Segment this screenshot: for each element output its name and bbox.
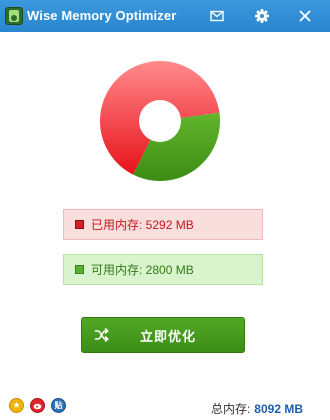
free-color-swatch (75, 265, 84, 274)
total-memory: 总内存: 8092 MB (211, 400, 303, 417)
memory-usage-chart (100, 60, 221, 181)
mail-icon[interactable] (208, 7, 226, 25)
optimize-now-label: 立即优化 (140, 328, 197, 344)
gear-icon[interactable] (253, 7, 271, 25)
title-bar[interactable]: Wise Memory Optimizer (0, 0, 330, 32)
used-color-swatch (75, 220, 84, 229)
close-icon[interactable] (296, 7, 314, 25)
shuffle-icon (94, 327, 110, 343)
free-memory-stat: 可用内存: 2800 MB (63, 254, 263, 285)
total-memory-value: 8092 MB (254, 402, 303, 416)
chart-center-hole (139, 100, 181, 142)
used-memory-stat: 已用内存: 5292 MB (63, 209, 263, 240)
used-memory-label: 已用内存: 5292 MB (91, 218, 194, 232)
optimize-now-button[interactable]: 立即优化 (81, 317, 245, 353)
star-icon[interactable]: ★ (9, 398, 24, 413)
free-memory-label: 可用内存: 2800 MB (91, 263, 194, 277)
app-title: Wise Memory Optimizer (27, 8, 177, 23)
app-logo-icon (5, 7, 23, 25)
total-memory-label: 总内存: (210, 402, 251, 416)
weibo-icon[interactable] (30, 398, 45, 413)
tieba-icon[interactable]: 贴 (51, 398, 66, 413)
